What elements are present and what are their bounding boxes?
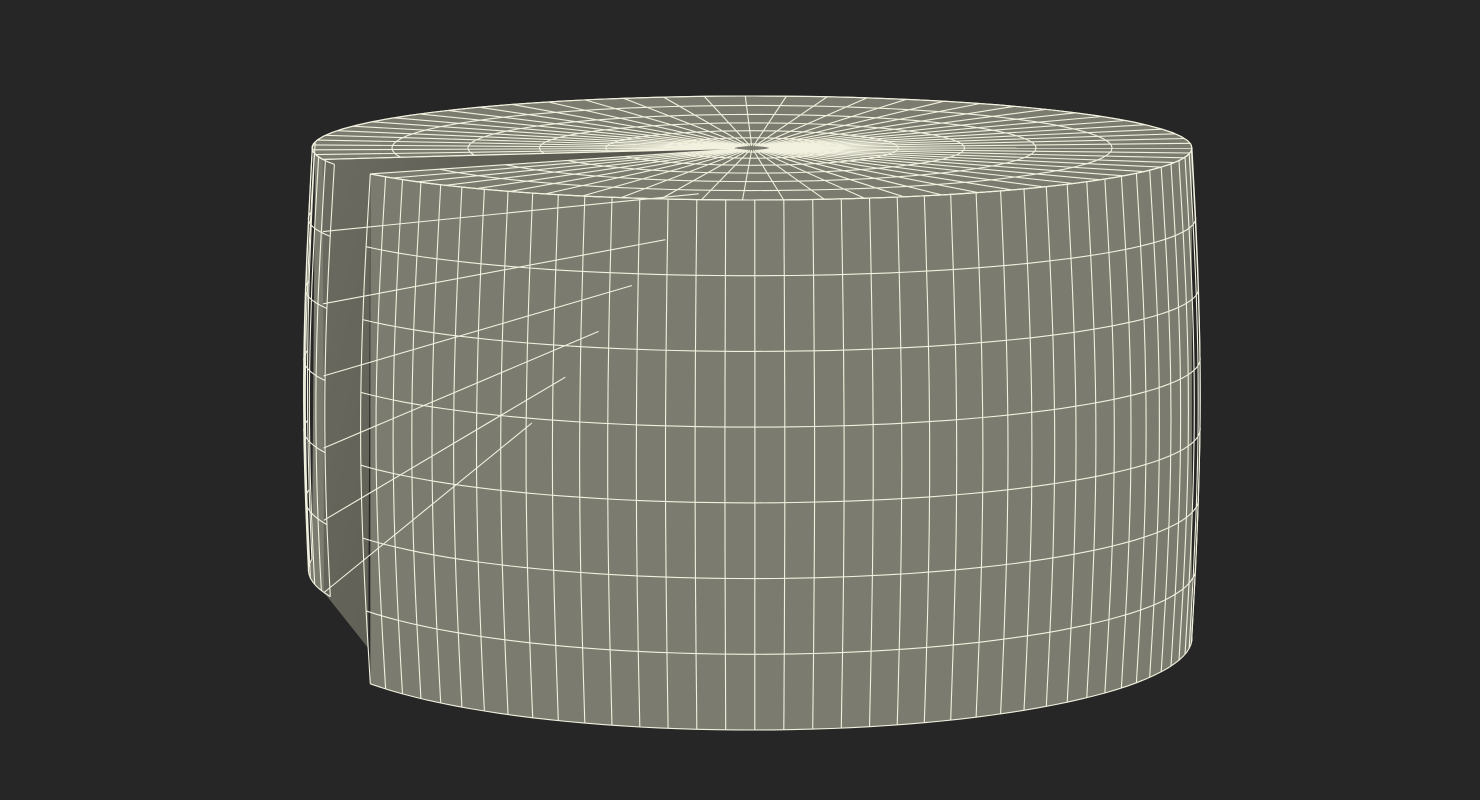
cheese-wheel-model	[303, 95, 1201, 731]
cheese-rind-side	[370, 146, 1192, 730]
rind-surface	[370, 146, 1192, 730]
3d-viewport[interactable]	[0, 0, 1480, 800]
